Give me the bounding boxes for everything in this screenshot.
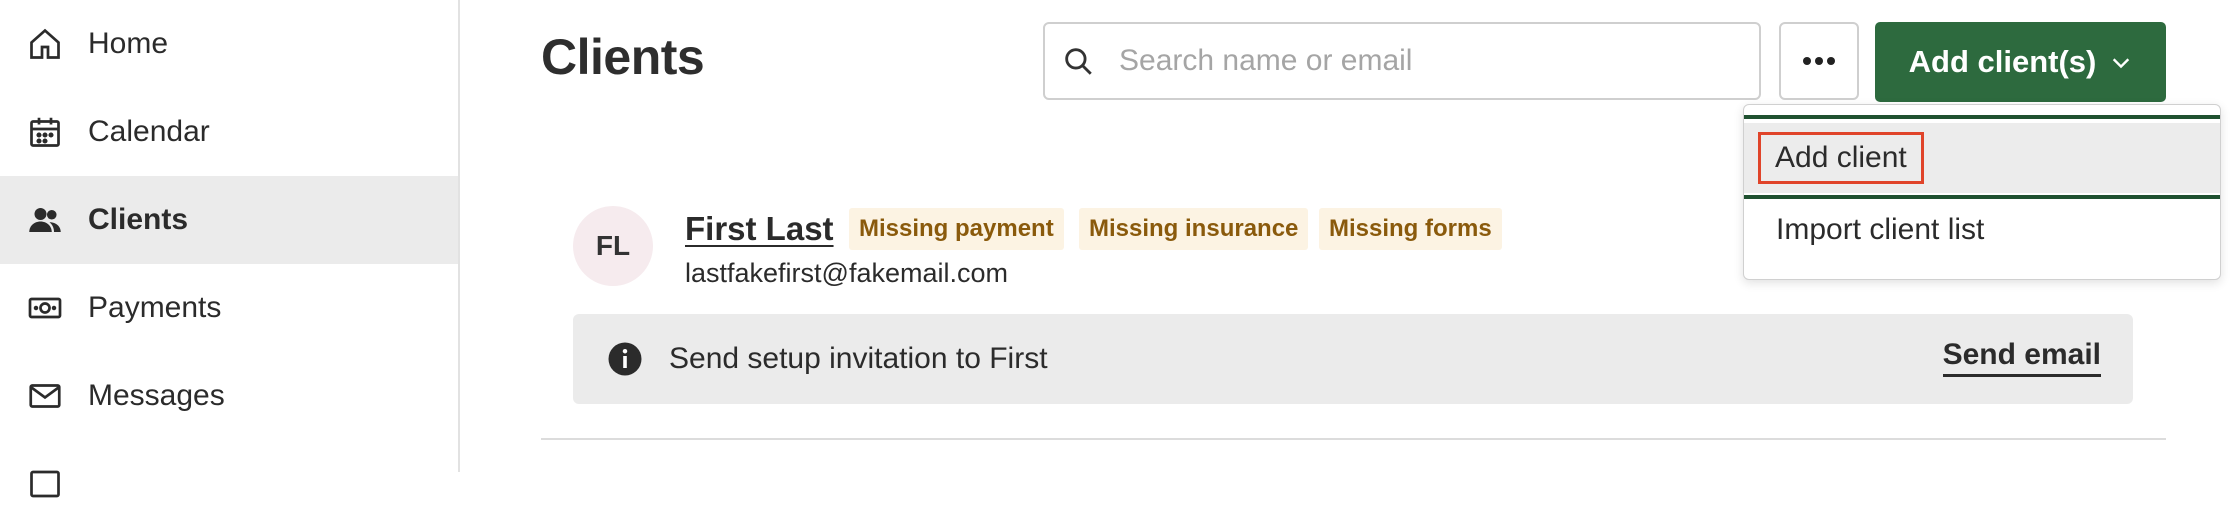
avatar: FL bbox=[573, 206, 653, 286]
menu-item-import-client-list[interactable]: Import client list bbox=[1744, 197, 2220, 263]
users-icon bbox=[26, 201, 64, 239]
client-name-link[interactable]: First Last bbox=[685, 210, 834, 248]
add-clients-label: Add client(s) bbox=[1908, 44, 2097, 79]
import-client-list-label: Import client list bbox=[1776, 213, 1985, 246]
client-email: lastfakefirst@fakemail.com bbox=[685, 258, 1008, 288]
search-icon bbox=[1061, 44, 1095, 78]
menu-divider bbox=[1744, 115, 2220, 119]
sidebar-item-label: Messages bbox=[88, 379, 225, 412]
badge-missing-insurance: Missing insurance bbox=[1079, 208, 1309, 250]
document-icon bbox=[26, 465, 64, 503]
sidebar-item-label: Home bbox=[88, 27, 169, 60]
badge-missing-payment: Missing payment bbox=[849, 208, 1064, 250]
add-client-label: Add client bbox=[1758, 132, 1924, 184]
search-box[interactable] bbox=[1043, 22, 1761, 100]
money-icon bbox=[26, 289, 64, 327]
send-email-link[interactable]: Send email bbox=[1942, 338, 2101, 377]
more-icon bbox=[1803, 57, 1835, 65]
sidebar-item-clients[interactable]: Clients bbox=[0, 176, 458, 264]
home-icon bbox=[26, 25, 64, 63]
info-icon bbox=[608, 342, 642, 376]
search-input[interactable] bbox=[1117, 43, 1721, 79]
sidebar-item-home[interactable]: Home bbox=[0, 0, 458, 88]
sidebar-item-calendar[interactable]: Calendar bbox=[0, 88, 458, 176]
sidebar-item-label: Payments bbox=[88, 291, 222, 324]
sidebar-item-next[interactable] bbox=[0, 440, 458, 528]
badge-missing-forms: Missing forms bbox=[1319, 208, 1502, 250]
more-options-button[interactable] bbox=[1779, 22, 1859, 100]
invite-text: Send setup invitation to First bbox=[669, 342, 1048, 375]
page-title: Clients bbox=[541, 29, 705, 85]
sidebar-item-messages[interactable]: Messages bbox=[0, 352, 458, 440]
envelope-icon bbox=[26, 377, 64, 415]
divider bbox=[541, 438, 2166, 440]
add-client-dropdown: Add client Import client list bbox=[1743, 104, 2221, 280]
sidebar: Home Calendar Clients Payments Messages bbox=[0, 0, 460, 498]
sidebar-item-label: Clients bbox=[88, 203, 189, 236]
add-clients-button[interactable]: Add client(s) bbox=[1875, 22, 2166, 102]
sidebar-item-payments[interactable]: Payments bbox=[0, 264, 458, 352]
chevron-down-icon bbox=[2110, 51, 2132, 73]
calendar-icon bbox=[26, 113, 64, 151]
invite-banner: Send setup invitation to First Send emai… bbox=[573, 314, 2133, 404]
sidebar-item-label: Calendar bbox=[88, 115, 210, 148]
menu-item-add-client[interactable]: Add client bbox=[1744, 123, 2220, 193]
